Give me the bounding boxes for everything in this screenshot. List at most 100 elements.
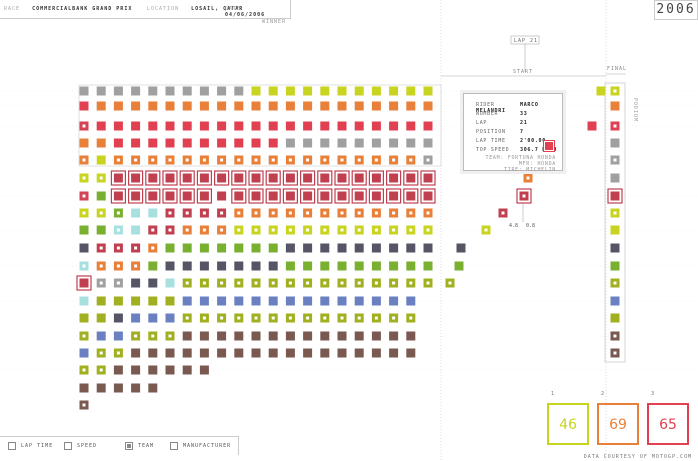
grid-cell-r16-c1-dot <box>99 368 103 372</box>
mode-speed-option[interactable]: SPEED <box>64 442 97 450</box>
grid-cell-r9-c16 <box>354 243 364 253</box>
grid-cell-r15-c3 <box>131 348 141 358</box>
grid-cell-r13-c17-dot <box>374 316 378 320</box>
grid-cell-r1-c12 <box>285 101 295 111</box>
mode-laptime-option[interactable]: LAP TIME <box>8 442 53 450</box>
grid-cell-r7-c7-dot <box>202 211 206 215</box>
tooltip-position-value: 7 <box>520 129 524 135</box>
grid-cell-r9-c18 <box>389 243 399 253</box>
grid-cell-r4-c12-dot <box>288 158 292 162</box>
grid-cell-r6-c10 <box>251 191 261 201</box>
speed-checkbox[interactable] <box>64 442 72 450</box>
grid-cell-r16-c5 <box>165 365 175 375</box>
podium-third-value: 65 <box>659 417 677 433</box>
grid-cell-r11-c4 <box>148 278 158 288</box>
grid-cell-r15-c7 <box>199 348 209 358</box>
grid-cell-r13-c4 <box>148 313 158 323</box>
grid-cell-r6-c12 <box>285 191 295 201</box>
tooltip-number-value: 33 <box>520 111 528 117</box>
grid-cell-r12-c3 <box>131 296 141 306</box>
grid-cell-r8-c2-dot <box>116 228 120 232</box>
grid-cell-r0-c19 <box>406 86 416 96</box>
grid-cell-r9-c13 <box>303 243 313 253</box>
mode-manufacturer-option[interactable]: MANUFACTURER <box>170 442 231 450</box>
grid-cell-r11-c15-dot <box>340 281 344 285</box>
grid-cell-r6-c20 <box>423 191 433 201</box>
podium-first-value: 46 <box>559 417 577 433</box>
final-cell-5 <box>610 173 620 183</box>
grid-cell-r6-c0-dot <box>82 194 86 198</box>
grid-cell-r2-c20 <box>423 121 433 131</box>
final-cell-7-dot <box>613 211 617 215</box>
grid-cell-r0-c8 <box>217 86 227 96</box>
grid-cell-r13-c12-dot <box>288 316 292 320</box>
grid-cell-r12-c11 <box>268 296 278 306</box>
grid-cell-r6-c1 <box>96 191 106 201</box>
manufacturer-checkbox[interactable] <box>170 442 178 450</box>
grid-cell-r4-c8-dot <box>220 158 224 162</box>
grid-cell-r7-c19-dot <box>409 211 413 215</box>
grid-cell-r3-c1 <box>96 138 106 148</box>
grid-cell-r2-c16 <box>354 121 364 131</box>
grid-cell-r10-c3-dot <box>134 264 138 268</box>
grid-cell-r2-c0-dot <box>82 124 86 128</box>
grid-cell-r4-c19-dot <box>409 158 413 162</box>
grid-cell-r9-c19 <box>406 243 416 253</box>
grid-cell-r3-c9 <box>234 138 244 148</box>
tooltip-tire: TIRE: MICHELIN <box>504 167 556 173</box>
grid-cell-r9-c17 <box>371 243 381 253</box>
grid-cell-r10-c11 <box>268 261 278 271</box>
grid-cell-r15-c0 <box>79 348 89 358</box>
podium-third-box: 3 65 <box>647 391 689 445</box>
laptime-checkbox[interactable] <box>8 442 16 450</box>
grid-cell-r1-c9 <box>234 101 244 111</box>
grid-cell-r7-c9-dot <box>237 211 241 215</box>
grid-cell-r14-c3-dot <box>134 334 138 338</box>
grid-cell-r0-c10 <box>251 86 261 96</box>
final-cell-1 <box>610 101 620 111</box>
grid-cell-r7-c16-dot <box>357 211 361 215</box>
grid-cell-r11-c12-dot <box>288 281 292 285</box>
grid-cell-r2-c3 <box>131 121 141 131</box>
grid-cell-r10-c18 <box>389 261 399 271</box>
tooltip-position-key: POSITION <box>476 129 506 135</box>
grid-cell-r3-c15 <box>337 138 347 148</box>
grid-cell-r17-c0 <box>79 383 89 393</box>
grid-cell-r15-c14 <box>320 348 330 358</box>
grid-cell-r0-c14 <box>320 86 330 96</box>
grid-cell-r7-c10-dot <box>254 211 258 215</box>
final-cell-11-dot <box>613 281 617 285</box>
team-option-label: TEAM <box>138 443 155 449</box>
grid-cell-r10-c9 <box>234 261 244 271</box>
grid-cell-r13-c19-dot <box>409 316 413 320</box>
data-credit: DATA COURTESY OF MOTOGP.COM <box>583 454 692 460</box>
grid-cell-r3-c3 <box>131 138 141 148</box>
grid-cell-r1-c7 <box>199 101 209 111</box>
grid-cell-r13-c6-dot <box>185 316 189 320</box>
podium-label: PODIUM <box>632 98 638 122</box>
grid-cell-r14-c0-dot <box>82 334 86 338</box>
grid-cell-r1-c15 <box>337 101 347 111</box>
manufacturer-option-label: MANUFACTURER <box>183 443 232 449</box>
final-cell-0-dot <box>613 89 617 93</box>
grid-cell-r7-c4 <box>148 208 158 218</box>
grid-cell-r1-c17 <box>371 101 381 111</box>
grid-cell-r10-c16 <box>354 261 364 271</box>
grid-cell-r15-c11 <box>268 348 278 358</box>
grid-cell-r7-c2-dot <box>116 211 120 215</box>
grid-cell-r8-c19-dot <box>409 228 413 232</box>
grid-cell-r10-c8 <box>217 261 227 271</box>
grid-cell-r9-c20 <box>423 243 433 253</box>
mode-team-option[interactable]: TEAM <box>125 442 154 450</box>
grid-cell-r4-c14-dot <box>323 158 327 162</box>
grid-cell-r3-c7 <box>199 138 209 148</box>
grid-cell-r5-c6 <box>182 173 192 183</box>
trailing-cell-1 <box>587 121 597 131</box>
grid-cell-r8-c1 <box>96 225 106 235</box>
grid-cell-r14-c18 <box>389 331 399 341</box>
grid-cell-r13-c13-dot <box>306 316 310 320</box>
grid-cell-r1-c10 <box>251 101 261 111</box>
grid-cell-r14-c16 <box>354 331 364 341</box>
race-position-chart[interactable]: WINNERLAP 21START FINALPODIUM4.8 0.8 <box>0 0 698 461</box>
team-checkbox[interactable] <box>125 442 133 450</box>
